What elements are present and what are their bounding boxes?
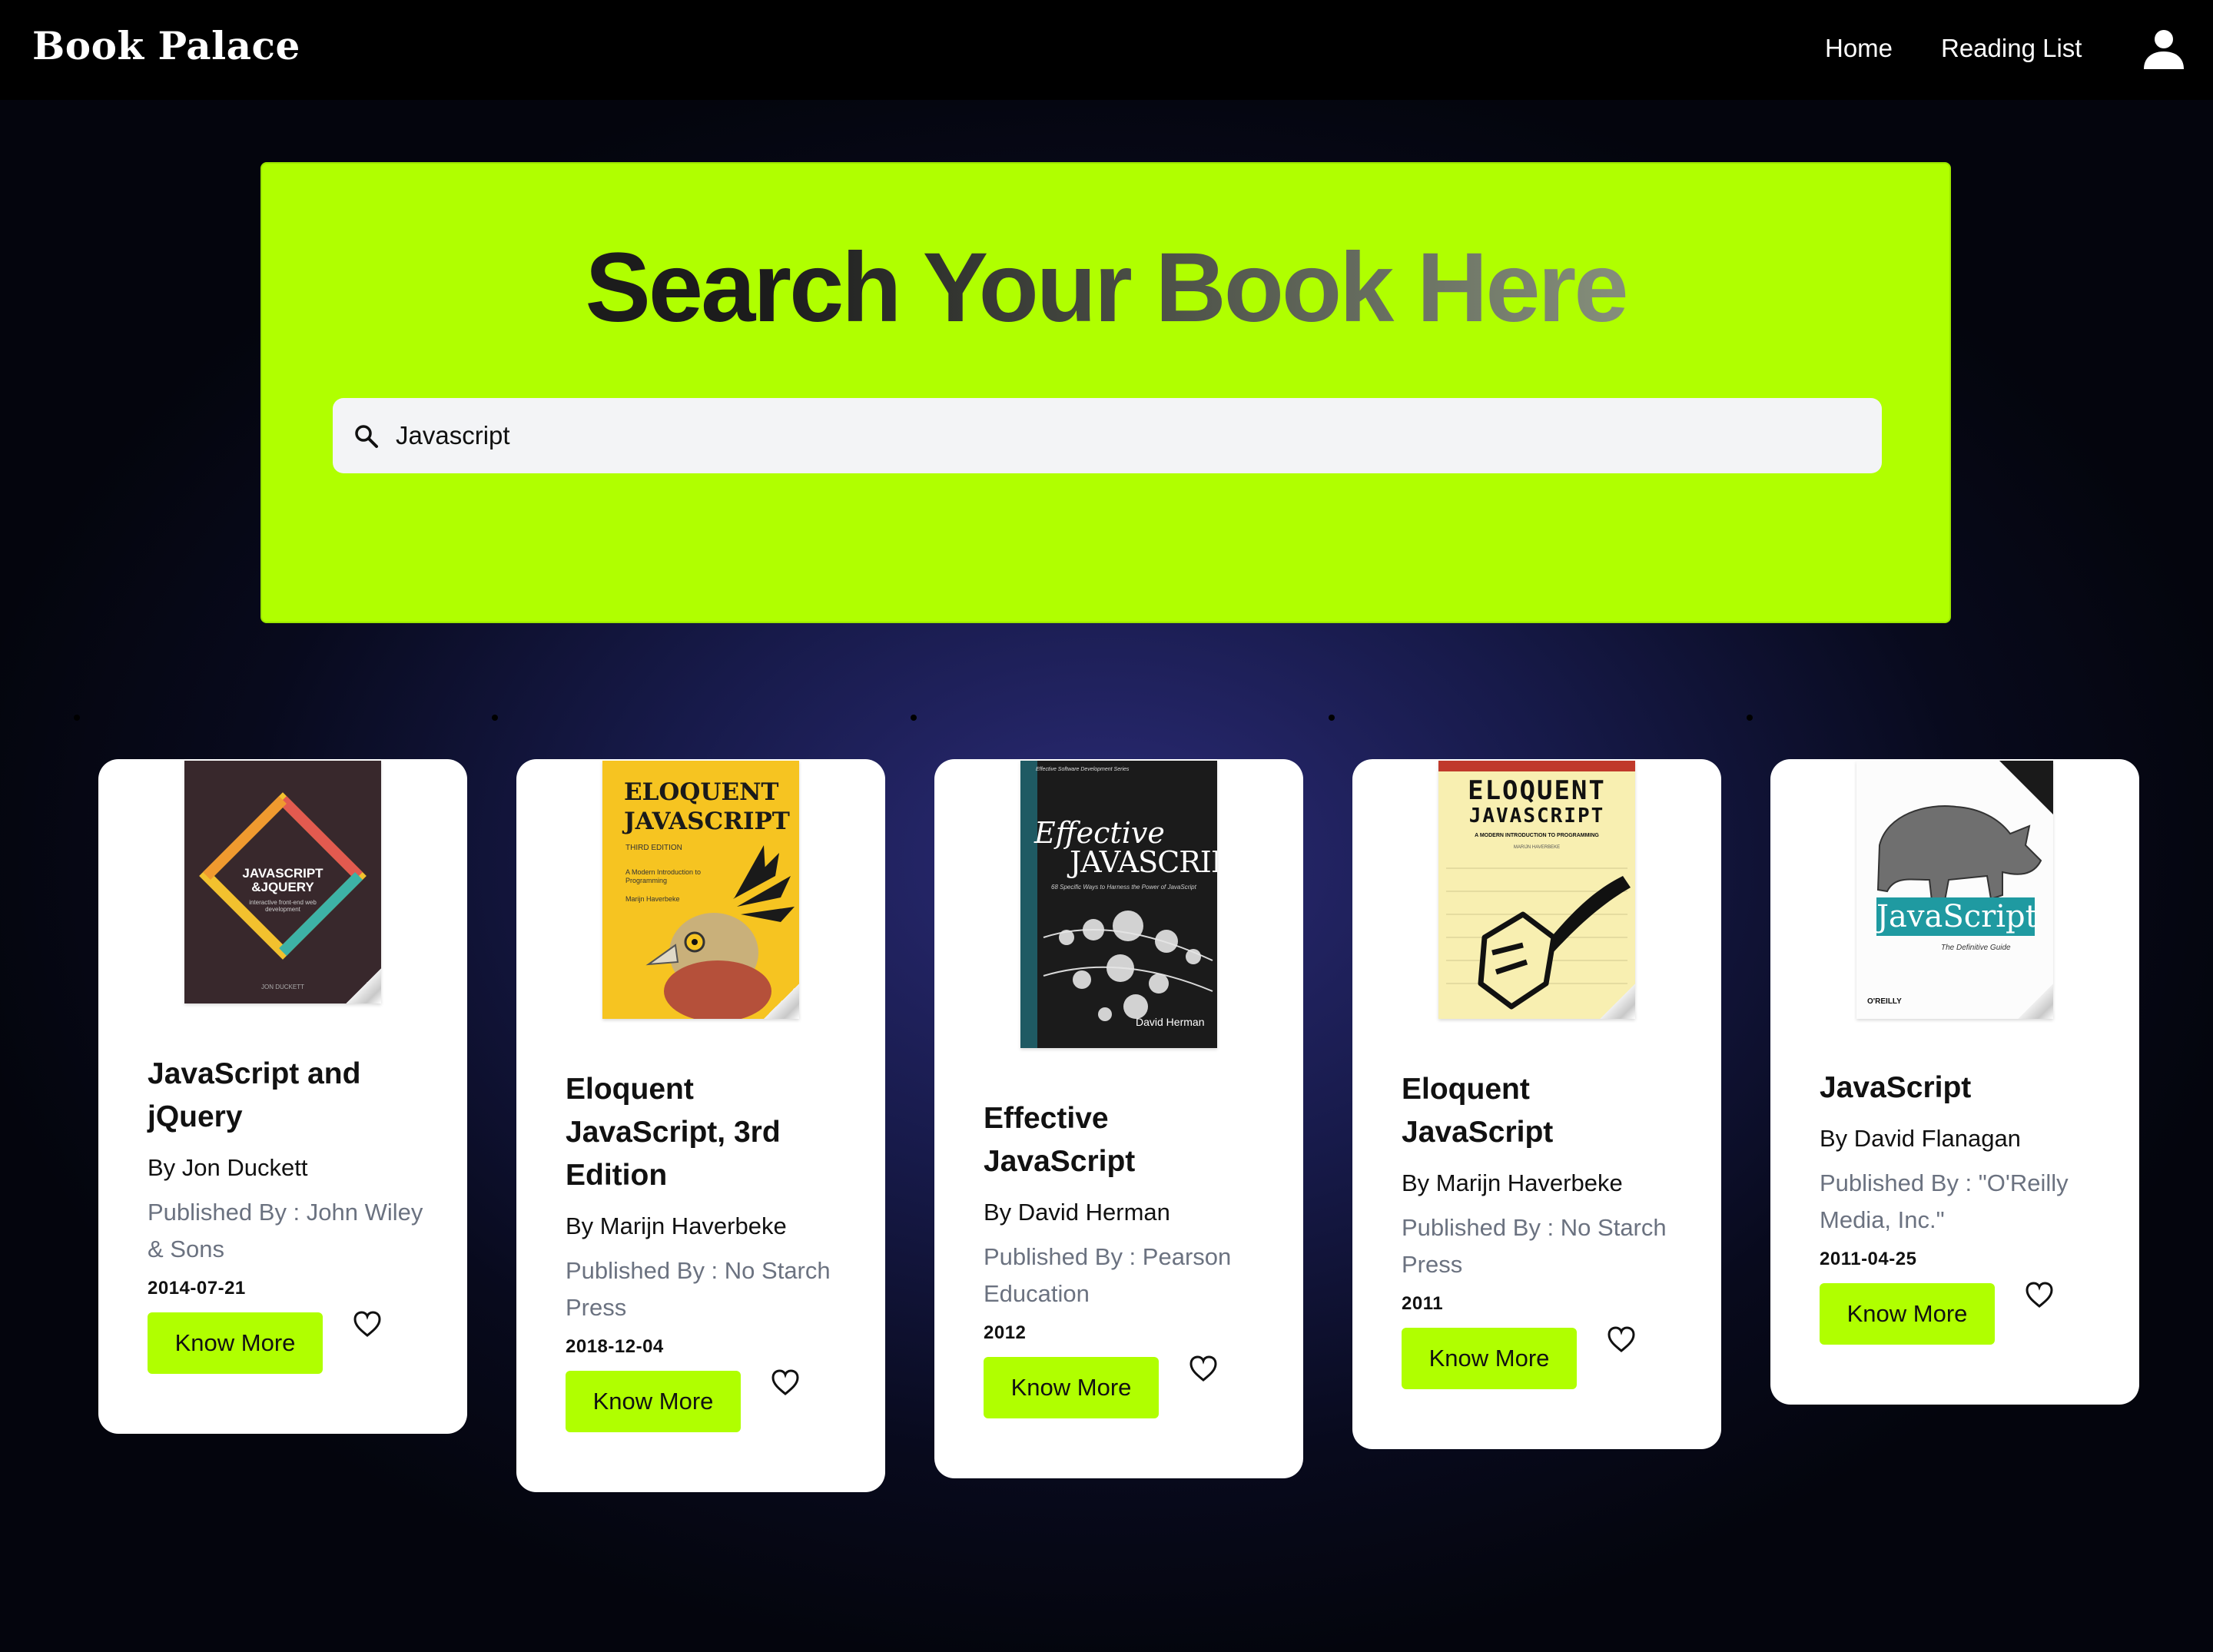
book-author: By Jon Duckett [148, 1154, 308, 1181]
hand-quill-illustration [1446, 867, 1631, 1010]
book-title: Eloquent JavaScript, 3rd Edition [566, 1073, 781, 1192]
book-cover-image: JAVASCRIPT &JQUERY interactive front-end… [184, 761, 381, 1003]
card-actions: Know More [566, 1368, 850, 1432]
heart-outline-icon[interactable] [1188, 1354, 1219, 1383]
book-info: Eloquent JavaScript By Marijn Haverbeke … [1402, 1068, 1686, 1389]
rhino-illustration [1876, 805, 2042, 901]
nav-reading-list-link[interactable]: Reading List [1941, 34, 2082, 63]
top-navbar: Book Palace Home Reading List [0, 0, 2213, 100]
know-more-button[interactable]: Know More [1402, 1328, 1577, 1389]
card-actions: Know More [148, 1309, 432, 1374]
brand-logo[interactable]: Book Palace [32, 23, 300, 68]
cover-tagline: interactive front-end web development [249, 899, 317, 913]
book-date: 2012 [984, 1322, 1027, 1343]
book-info: JavaScript By David Flanagan Published B… [1820, 1067, 2104, 1345]
search-icon [355, 425, 378, 448]
book-card: JAVASCRIPT &JQUERY interactive front-end… [98, 759, 467, 1434]
book-author: By David Herman [984, 1199, 1170, 1226]
search-input[interactable] [396, 398, 1856, 473]
card-actions: Know More [1402, 1325, 1686, 1389]
page-curl [2018, 984, 2053, 1019]
cover-author: David Herman [1136, 1016, 1205, 1028]
cover-subtitle: The Definitive Guide [1941, 944, 2011, 952]
page-curl [764, 984, 799, 1019]
page-curl [346, 968, 381, 1003]
book-card: JavaScript The Definitive Guide O'REILLY… [1770, 759, 2139, 1405]
book-card: ELOQUENT JAVASCRIPT THIRD EDITION A Mode… [516, 759, 885, 1492]
heart-outline-icon[interactable] [2024, 1280, 2055, 1309]
know-more-button[interactable]: Know More [984, 1357, 1159, 1418]
search-box[interactable] [333, 398, 1882, 473]
book-publisher: Published By : No Starch Press [1402, 1214, 1667, 1278]
book-publisher: Published By : John Wiley & Sons [148, 1199, 423, 1262]
carousel-dot [911, 715, 917, 721]
cover-title-line1: JavaScript [1876, 899, 2038, 934]
book-date: 2011-04-25 [1820, 1249, 1917, 1269]
know-more-button[interactable]: Know More [148, 1312, 323, 1374]
heart-outline-icon[interactable] [352, 1309, 383, 1339]
book-info: Effective JavaScript By David Herman Pub… [984, 1097, 1268, 1418]
user-icon[interactable] [2142, 29, 2185, 69]
book-info: JavaScript and jQuery By Jon Duckett Pub… [148, 1053, 432, 1374]
book-title: Effective JavaScript [984, 1102, 1136, 1178]
carousel-dot [1747, 715, 1753, 721]
book-cover-image: Effective Software Development Series Ef… [1020, 761, 1217, 1048]
carousel-dot [74, 715, 80, 721]
cover-title-line1: JAVASCRIPT [242, 866, 323, 881]
search-hero: Search Your Book Here [260, 162, 1951, 623]
book-info: Eloquent JavaScript, 3rd Edition By Mari… [566, 1068, 850, 1432]
book-author: By David Flanagan [1820, 1125, 2021, 1152]
book-author: By Marijn Haverbeke [1402, 1169, 1623, 1196]
book-cover-image: ELOQUENT JAVASCRIPT THIRD EDITION A Mode… [602, 761, 799, 1019]
book-author: By Marijn Haverbeke [566, 1212, 787, 1239]
book-card: ELOQUENT JAVASCRIPT A MODERN INTRODUCTIO… [1352, 759, 1721, 1449]
card-actions: Know More [984, 1354, 1268, 1418]
hero-title: Search Your Book Here [262, 231, 1949, 344]
book-date: 2014-07-21 [148, 1278, 246, 1299]
book-title: JavaScript and jQuery [148, 1057, 361, 1133]
carousel-dot [1329, 715, 1335, 721]
book-publisher: Published By : "O'Reilly Media, Inc." [1820, 1169, 2069, 1233]
book-cover-image: ELOQUENT JAVASCRIPT A MODERN INTRODUCTIO… [1438, 761, 1635, 1019]
carousel-dot [492, 715, 498, 721]
droplets-illustration [1043, 911, 1213, 1021]
book-publisher: Published By : Pearson Education [984, 1243, 1232, 1307]
bird-illustration [645, 845, 795, 1019]
heart-outline-icon[interactable] [1606, 1325, 1637, 1354]
cover-title-line2: &JQUERY [251, 880, 314, 894]
book-date: 2011 [1402, 1293, 1444, 1314]
book-card: Effective Software Development Series Ef… [934, 759, 1303, 1478]
book-date: 2018-12-04 [566, 1336, 664, 1357]
card-actions: Know More [1820, 1280, 2104, 1345]
page-curl [1600, 984, 1635, 1019]
book-cover-image: JavaScript The Definitive Guide O'REILLY [1856, 761, 2053, 1019]
book-title: JavaScript [1820, 1071, 1972, 1104]
cover-publisher: O'REILLY [1867, 997, 1902, 1006]
book-title: Eloquent JavaScript [1402, 1073, 1554, 1149]
know-more-button[interactable]: Know More [1820, 1283, 1995, 1345]
nav-home-link[interactable]: Home [1825, 34, 1893, 63]
know-more-button[interactable]: Know More [566, 1371, 741, 1432]
heart-outline-icon[interactable] [770, 1368, 801, 1397]
book-publisher: Published By : No Starch Press [566, 1257, 831, 1321]
